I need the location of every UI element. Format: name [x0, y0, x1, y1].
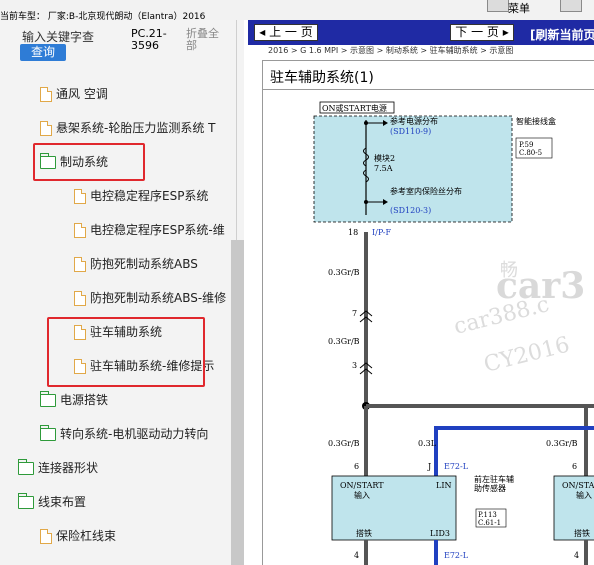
module-pin-label: 输入 [354, 490, 370, 500]
tree-item[interactable]: 电控稳定程序ESP系统-维 [74, 220, 225, 240]
pin-number: J [427, 462, 431, 471]
file-icon [40, 87, 52, 102]
pin-number: 7 [352, 309, 357, 318]
ref-label: 参考室内保险丝分布 [390, 186, 462, 196]
ref-text: P.59 [519, 141, 533, 149]
power-label: ON或START电源 [322, 103, 387, 113]
highlight-box [33, 143, 145, 181]
top-bar: 当前车型： 厂家:B-北京现代朗动（Elantra）2016 菜单 [0, 0, 594, 22]
connector-label: E72-L [444, 551, 469, 560]
tree-item-label: 电控稳定程序ESP系统-维 [90, 223, 225, 237]
tree-item[interactable]: 连接器形状 [18, 458, 98, 478]
left-panel: 输入关键字查 查询 PC.21-3596 折叠全部 通风 空调 悬架系统-轮胎压… [0, 20, 244, 565]
fuse-rating: 7.5A [374, 164, 393, 173]
tree-item-label: 防抱死制动系统ABS-维修 [90, 291, 227, 305]
tree-item-label: 连接器形状 [38, 461, 99, 475]
pin-number: 6 [572, 462, 577, 471]
wire-spec: 0.3Gr/B [328, 439, 360, 448]
module-pin-label: 输入 [576, 490, 592, 500]
file-icon [40, 121, 52, 136]
ref-label: 参考电源分布 [390, 116, 438, 126]
search-button[interactable]: 查询 [20, 44, 66, 61]
tree-item[interactable]: 通风 空调 [40, 84, 108, 104]
tree-item-label: 防抱死制动系统ABS [90, 257, 198, 271]
window-control-icon[interactable] [560, 0, 582, 12]
menu-button[interactable]: 菜单 [508, 0, 530, 16]
file-icon [74, 223, 86, 238]
tree-item[interactable]: 电控稳定程序ESP系统 [74, 186, 208, 206]
folder-icon [40, 425, 56, 441]
tree-item-label: 转向系统-电机驱动动力转向 [60, 427, 209, 441]
tree-item[interactable]: 防抱死制动系统ABS [74, 254, 198, 274]
sensor-name: 前左驻车辅助传感器 [474, 475, 514, 493]
pin-number: 3 [352, 361, 357, 370]
tree-item-label: 线束布置 [38, 495, 87, 509]
wire-spec: 0.3Gr/B [328, 268, 360, 277]
ref-code: (SD120-3) [390, 206, 431, 215]
collapse-all-button[interactable]: 折叠全部 [186, 28, 226, 52]
tree-item[interactable]: 电源搭铁 [40, 390, 108, 410]
wire-spec: 0.3L [418, 439, 437, 448]
tree-item[interactable]: 悬架系统-轮胎压力监测系统 T [40, 118, 215, 138]
module-pin-label: 搭铁 [356, 528, 372, 538]
file-icon [74, 189, 86, 204]
smart-junction-label: 智能接线盒 [516, 116, 556, 126]
pin-number: 4 [574, 551, 579, 560]
document-viewer: ◂ 上 一 页 下 一 页 ▸ [刷新当前页 2016 > G 1.6 MPI … [248, 20, 594, 565]
module-pin-label: LID3 [430, 529, 450, 538]
wire-gray-black [364, 406, 368, 476]
pin-number: 18 [348, 228, 358, 237]
tree-item-label: 悬架系统-轮胎压力监测系统 T [56, 121, 216, 135]
pin-number: 6 [354, 462, 359, 471]
module-pin-label: ON/START [340, 481, 384, 490]
connector-label: E72-L [444, 462, 469, 471]
tree-item-label: 保险杠线束 [56, 529, 117, 543]
pin-number: 4 [354, 551, 359, 560]
wire-spec: 0.3Gr/B [546, 439, 578, 448]
sensor-name-wrap: 前左驻车辅助传感器 [474, 475, 514, 493]
file-icon [40, 529, 52, 544]
window-control-icon[interactable] [487, 0, 509, 12]
module-pin-label: LIN [436, 481, 451, 490]
module-pin-label: ON/STAR [562, 481, 594, 490]
wire-gray-black [364, 232, 368, 406]
pc-code-label: PC.21-3596 [131, 27, 167, 52]
ref-text: C.61-1 [478, 519, 501, 527]
search-input[interactable]: 输入关键字查 [22, 28, 94, 45]
module-pin-label: 搭铁 [574, 528, 590, 538]
file-icon [74, 257, 86, 272]
ref-code: (SD110-9) [390, 127, 431, 136]
ref-text: P.113 [478, 511, 497, 519]
wire-gray-black [366, 404, 594, 408]
tree-item-label: 通风 空调 [56, 87, 108, 101]
wire-gray-black [584, 406, 588, 476]
wiring-diagram: car3 car388.c CY2016 畅 ON或START电源 智能接线盒 … [313, 101, 594, 565]
connector-label: I/P-F [372, 228, 392, 237]
highlight-box [47, 317, 205, 387]
scrollbar[interactable] [231, 240, 244, 565]
watermark: 畅 [500, 260, 518, 281]
tree-item[interactable]: 保险杠线束 [40, 526, 116, 546]
tree-item[interactable]: 转向系统-电机驱动动力转向 [40, 424, 208, 444]
file-icon [74, 291, 86, 306]
wire-spec: 0.3Gr/B [328, 337, 360, 346]
tree-item[interactable]: 防抱死制动系统ABS-维修 [74, 288, 226, 308]
folder-icon [40, 391, 56, 407]
tree-item-label: 电源搭铁 [60, 393, 109, 407]
tree-item-label: 电控稳定程序ESP系统 [90, 189, 209, 203]
ref-text: C.80-5 [519, 149, 542, 157]
folder-icon [18, 459, 34, 475]
wire-blue [434, 540, 438, 565]
wire-gray-black [364, 540, 368, 565]
wire-gray-black [584, 540, 588, 565]
tree-item[interactable]: 线束布置 [18, 492, 86, 512]
fuse-name: 模块2 [374, 153, 395, 163]
watermark: CY2016 [481, 332, 572, 377]
folder-open-icon [18, 493, 34, 509]
